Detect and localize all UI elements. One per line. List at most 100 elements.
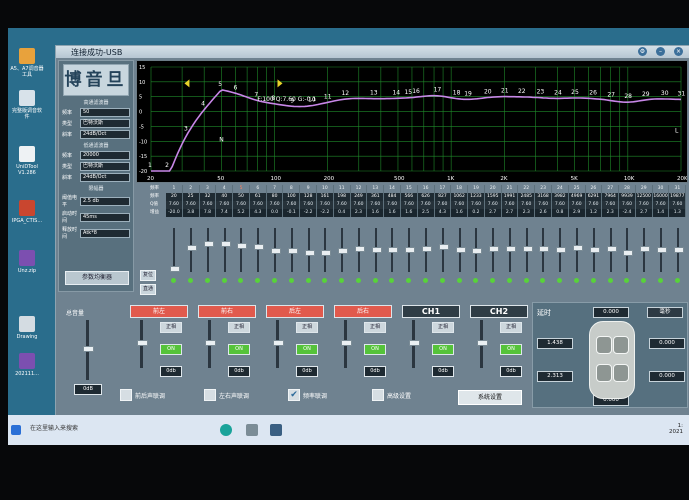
system-settings-button[interactable]: 系统设置 (458, 390, 522, 405)
channel-name[interactable]: CH1 (402, 305, 460, 318)
channel-volume-slider[interactable] (409, 320, 420, 368)
qs-cell[interactable]: 7.60 (568, 201, 586, 209)
freqs-cell[interactable]: 12500 (635, 193, 653, 201)
freqs-cell[interactable]: 25 (182, 193, 200, 201)
freqs-cell[interactable]: 9939 (619, 193, 636, 201)
slider-thumb[interactable] (422, 245, 432, 252)
slider-thumb[interactable] (409, 340, 420, 346)
band-enable-led[interactable] (523, 278, 529, 283)
channel-on-button[interactable]: ON (296, 344, 318, 355)
gains-cell[interactable]: 2.9 (568, 209, 586, 217)
slider-thumb[interactable] (505, 245, 516, 252)
band-enable-led[interactable] (389, 278, 395, 283)
band-gain-slider[interactable] (472, 228, 483, 272)
slider-thumb[interactable] (287, 248, 298, 255)
parametric-eq-button[interactable]: 参数均衡器 (65, 271, 129, 285)
gains-cell[interactable]: -2.2 (300, 209, 318, 217)
gains-cell[interactable]: 2.7 (635, 209, 653, 217)
freqs-cell[interactable]: 128 (300, 193, 318, 201)
windows-start-icon[interactable] (11, 425, 21, 435)
qs-cell[interactable]: 7.60 (434, 201, 452, 209)
channel-name[interactable]: 后右 (334, 305, 392, 318)
qs-cell[interactable]: 7.60 (635, 201, 653, 209)
channel-on-button[interactable]: ON (500, 344, 522, 355)
qs-cell[interactable]: 7.60 (233, 201, 250, 209)
freqs-cell[interactable]: 1062 (451, 193, 469, 201)
channel-name[interactable]: 前左 (130, 305, 188, 318)
link-checkbox[interactable]: 前后声联调 (120, 389, 165, 401)
band-enable-led[interactable] (305, 278, 311, 283)
freqs-cell[interactable]: 566 (400, 193, 418, 201)
checkbox-box[interactable] (120, 389, 132, 401)
band-enable-led[interactable] (255, 278, 261, 283)
slider-thumb[interactable] (254, 244, 265, 251)
band-enable-led[interactable] (674, 278, 680, 283)
qs-cell[interactable]: 7.60 (417, 201, 435, 209)
band-gain-slider[interactable] (338, 228, 349, 272)
slider-thumb[interactable] (137, 340, 148, 346)
channel-on-button[interactable]: ON (160, 344, 182, 355)
band-gain-slider[interactable] (354, 228, 365, 272)
qs-cell[interactable]: 7.60 (384, 201, 401, 209)
gains-cell[interactable]: 2.7 (484, 209, 502, 217)
slider-thumb[interactable] (455, 246, 466, 253)
desktop-icon-2021[interactable]: 202111... (10, 353, 44, 377)
phase-button[interactable]: 正相 (228, 322, 250, 333)
band-gain-slider[interactable] (371, 228, 382, 272)
freqs-cell[interactable]: 161 (317, 193, 334, 201)
slider-thumb[interactable] (405, 246, 416, 253)
slider-thumb[interactable] (472, 247, 483, 254)
phase-button[interactable]: 正相 (364, 322, 386, 333)
slider-thumb[interactable] (271, 248, 282, 254)
qs-cell[interactable]: 7.60 (602, 201, 620, 209)
band-enable-led[interactable] (204, 278, 210, 283)
phase-button[interactable]: 正相 (432, 322, 454, 333)
channel-name[interactable]: CH2 (470, 305, 528, 318)
freqs-cell[interactable]: 827 (434, 193, 452, 201)
phase-button[interactable]: 正相 (296, 322, 318, 333)
gains-cell[interactable]: -20.0 (166, 209, 183, 217)
freqs-cell[interactable]: 484 (384, 193, 401, 201)
band-gain-slider[interactable] (489, 228, 500, 272)
freqs-cell[interactable]: 6291 (585, 193, 603, 201)
gains-cell[interactable]: 7.4 (216, 209, 234, 217)
gains-cell[interactable]: 4.3 (434, 209, 452, 217)
band-enable-led[interactable] (339, 278, 345, 283)
freqs-cell[interactable]: 100 (283, 193, 301, 201)
band-enable-led[interactable] (406, 278, 412, 283)
band-enable-led[interactable] (288, 278, 294, 283)
phase-button[interactable]: 正相 (500, 322, 522, 333)
band-enable-led[interactable] (171, 278, 177, 283)
qs-cell[interactable]: 7.60 (484, 201, 502, 209)
freqs-cell[interactable]: 1991 (501, 193, 519, 201)
delay-unit-select[interactable]: 毫秒 (647, 307, 683, 318)
qs-cell[interactable]: 7.60 (350, 201, 368, 209)
band-enable-led[interactable] (456, 278, 462, 283)
qs-cell[interactable]: 7.60 (166, 201, 183, 209)
band-enable-led[interactable] (439, 278, 445, 283)
qs-cell[interactable]: 7.60 (669, 201, 687, 209)
link-checkbox[interactable]: 左右声联调 (204, 389, 249, 401)
freqs-cell[interactable]: 4969 (568, 193, 586, 201)
slider-thumb[interactable] (556, 247, 567, 254)
band-gain-slider[interactable] (572, 228, 583, 272)
band-gain-slider[interactable] (673, 228, 684, 272)
gains-cell[interactable]: 1.6 (400, 209, 418, 217)
band-enable-led[interactable] (590, 278, 596, 283)
band-gain-slider[interactable] (187, 228, 198, 272)
desktop-icon-unz[interactable]: Unz.zip (10, 250, 44, 274)
gains-cell[interactable]: 0.2 (468, 209, 485, 217)
slider-thumb[interactable] (522, 245, 533, 252)
limiter-attack-input[interactable]: 45ms (80, 212, 130, 222)
gains-cell[interactable]: 1.6 (384, 209, 401, 217)
link-checkbox[interactable]: 高级设置 (372, 389, 411, 401)
band-enable-led[interactable] (423, 278, 428, 283)
channel-volume-slider[interactable] (341, 320, 352, 368)
delay-rear-right[interactable]: 0.000 (649, 371, 685, 382)
slider-thumb[interactable] (338, 247, 349, 254)
gains-cell[interactable]: 4.3 (249, 209, 267, 217)
channel-gain-value[interactable]: 0db (432, 366, 454, 377)
gains-cell[interactable]: 0.0 (266, 209, 284, 217)
gains-cell[interactable]: 1.6 (451, 209, 469, 217)
qs-cell[interactable]: 7.60 (283, 201, 301, 209)
